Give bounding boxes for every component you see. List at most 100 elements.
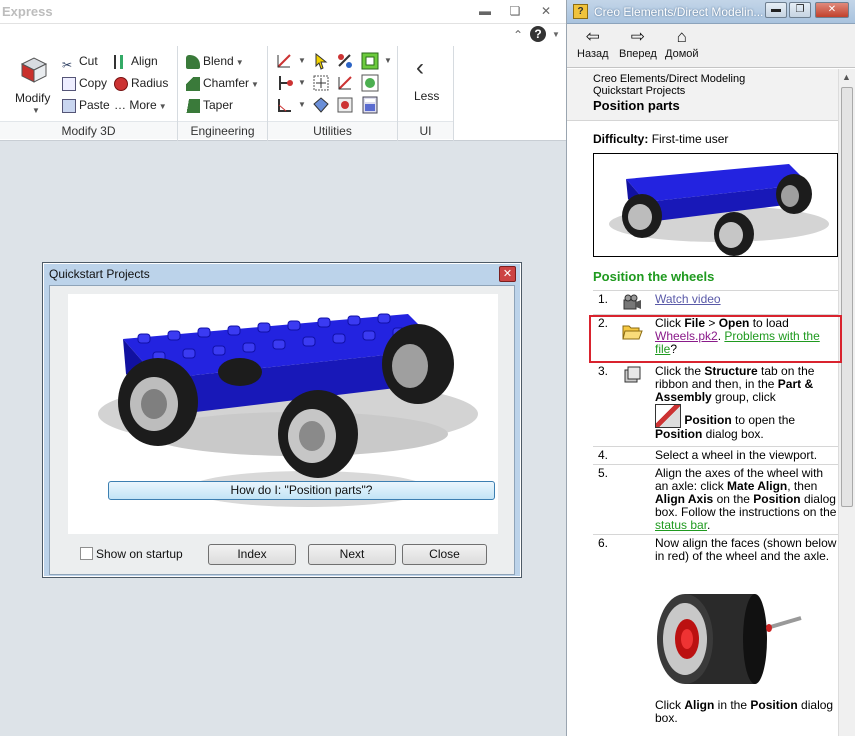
close-icon[interactable]: ✕ <box>537 2 555 20</box>
step-number: 1. <box>598 292 609 306</box>
help-minimize-icon[interactable]: ▬ <box>765 2 787 18</box>
step-number: 6. <box>598 536 609 550</box>
forward-button[interactable]: ⇨ Вперед <box>619 28 657 61</box>
breadcrumb-quickstart[interactable]: Quickstart Projects <box>593 85 839 97</box>
close-button[interactable]: Close <box>402 544 487 565</box>
clash-icon[interactable] <box>336 96 354 114</box>
modify-label: Modify <box>15 91 51 105</box>
scroll-up-icon[interactable]: ▲ <box>842 72 851 82</box>
step-3-position-dialog: Position <box>655 427 703 441</box>
align-icon <box>114 54 128 69</box>
help-icon[interactable]: ? <box>530 26 546 42</box>
calculator-icon[interactable] <box>361 96 379 114</box>
render-icon[interactable] <box>361 74 379 92</box>
difficulty-value: First-time user <box>651 132 729 146</box>
measure-icon[interactable] <box>276 52 294 70</box>
grid-select-icon[interactable] <box>312 74 330 92</box>
help-scrollbar[interactable]: ▲ <box>838 69 855 736</box>
less-button[interactable]: Less <box>414 86 439 106</box>
modify-dropdown-icon[interactable]: ▼ <box>32 106 40 115</box>
group-label-ui: UI <box>398 121 453 139</box>
structure-icon <box>624 366 641 383</box>
status-bar-link[interactable]: status bar <box>655 518 707 532</box>
measure-dropdown-icon[interactable]: ▼ <box>298 56 306 65</box>
more-button[interactable]: … More ▼ <box>114 95 167 115</box>
copy-button[interactable]: Copy <box>62 73 107 93</box>
measure-angle-icon[interactable] <box>276 96 294 114</box>
help-dropdown-icon[interactable]: ▼ <box>547 26 565 44</box>
app-title: Express <box>2 4 53 19</box>
index-button[interactable]: Index <box>208 544 296 565</box>
minimize-icon[interactable]: ▬ <box>476 2 494 20</box>
watch-video-link-text[interactable]: Watch video <box>655 292 721 306</box>
step-3: 3. Click the Structure tab on the ribbon… <box>593 362 839 446</box>
chamfer-button[interactable]: Chamfer ▼ <box>186 73 259 93</box>
next-button[interactable]: Next <box>308 544 396 565</box>
car-thumbnail-illustration <box>609 164 829 256</box>
step-3-t3: group, click <box>711 390 776 404</box>
blend-dropdown-icon: ▼ <box>235 58 244 67</box>
step-5-text: Align the axes of the wheel with an axle… <box>655 467 837 532</box>
forward-label: Вперед <box>619 48 657 60</box>
measure-distance-icon[interactable] <box>276 74 294 92</box>
align-button[interactable]: Align <box>114 51 158 71</box>
step-3-position: Position <box>684 413 732 427</box>
radius-icon <box>114 76 128 91</box>
page-title: Position parts <box>593 98 680 113</box>
step-number: 4. <box>598 448 609 462</box>
analysis-icon[interactable] <box>336 74 354 92</box>
back-button[interactable]: ⇦ Назад <box>577 28 609 61</box>
property-icon[interactable] <box>336 52 354 70</box>
step-3-t1: Click the <box>655 364 705 378</box>
difficulty-label: Difficulty: <box>593 132 649 146</box>
watch-video-link[interactable]: Watch video <box>655 293 837 306</box>
help-app-icon: ? <box>573 4 588 19</box>
restore-icon[interactable]: ❏ <box>506 2 524 20</box>
step-6-text: Now align the faces (shown below in red)… <box>655 536 837 563</box>
view-box-icon[interactable] <box>361 52 379 70</box>
chevron-left-icon[interactable]: ‹ <box>416 54 424 82</box>
quickstart-dialog: Quickstart Projects ✕ How do I: "Positio… <box>42 262 522 578</box>
show-on-startup-checkbox[interactable]: Show on startup <box>80 547 183 561</box>
step-6: 6. Now align the faces (shown below in r… <box>593 534 839 736</box>
select-icon[interactable] <box>312 52 330 70</box>
home-button[interactable]: ⌂ Домой <box>665 28 699 61</box>
assembly-icon[interactable] <box>312 96 330 114</box>
checkbox-box[interactable] <box>80 547 93 560</box>
step-4: 4. Select a wheel in the viewport. <box>593 446 839 464</box>
step-5-mate-align: Mate Align <box>727 479 788 493</box>
blend-button[interactable]: Blend ▼ <box>186 51 244 71</box>
ribbon-collapse-icon[interactable]: ⌃ <box>509 26 527 44</box>
modify-button[interactable]: Modify <box>15 88 50 108</box>
step-6-align: Align <box>684 698 715 712</box>
ribbon-group-modify3d: Modify ▼ ✂ Cut Copy Paste Align Radius … … <box>0 46 178 141</box>
dialog-close-icon[interactable]: ✕ <box>499 266 516 282</box>
cut-button[interactable]: ✂ Cut <box>62 51 98 72</box>
dialog-content: How do I: "Position parts"? Show on star… <box>49 285 515 575</box>
help-restore-icon[interactable]: ❐ <box>789 2 811 18</box>
blend-label: Blend <box>203 54 234 68</box>
scrollbar-thumb[interactable] <box>841 87 853 507</box>
step-6-t1: Click <box>655 698 685 712</box>
step-number: 3. <box>598 364 609 378</box>
how-do-i-button[interactable]: How do I: "Position parts"? <box>108 481 495 500</box>
measure-distance-dropdown-icon[interactable]: ▼ <box>298 78 306 87</box>
step-5-position: Position <box>753 492 801 506</box>
view-box-dropdown-icon[interactable]: ▼ <box>384 56 392 65</box>
position-tool-icon <box>655 404 681 428</box>
app-title-bar: Express ▬ ❏ ✕ <box>0 0 566 24</box>
help-window-title: Creo Elements/Direct Modelin... <box>594 5 764 19</box>
help-close-icon[interactable]: ✕ <box>815 2 849 18</box>
show-on-startup-label: Show on startup <box>96 547 183 561</box>
step-3-structure: Structure <box>704 364 758 378</box>
taper-button[interactable]: Taper <box>186 95 233 115</box>
car-thumbnail-image <box>593 153 838 257</box>
breadcrumb-product[interactable]: Creo Elements/Direct Modeling <box>593 73 839 85</box>
wheel-axle-image <box>655 588 805 690</box>
help-content: Difficulty: First-time user Position the… <box>567 122 839 736</box>
measure-angle-dropdown-icon[interactable]: ▼ <box>298 100 306 109</box>
paste-icon <box>62 98 76 113</box>
radius-button[interactable]: Radius <box>114 73 168 93</box>
paste-button[interactable]: Paste <box>62 95 110 115</box>
step-4-text: Select a wheel in the viewport. <box>655 448 818 462</box>
